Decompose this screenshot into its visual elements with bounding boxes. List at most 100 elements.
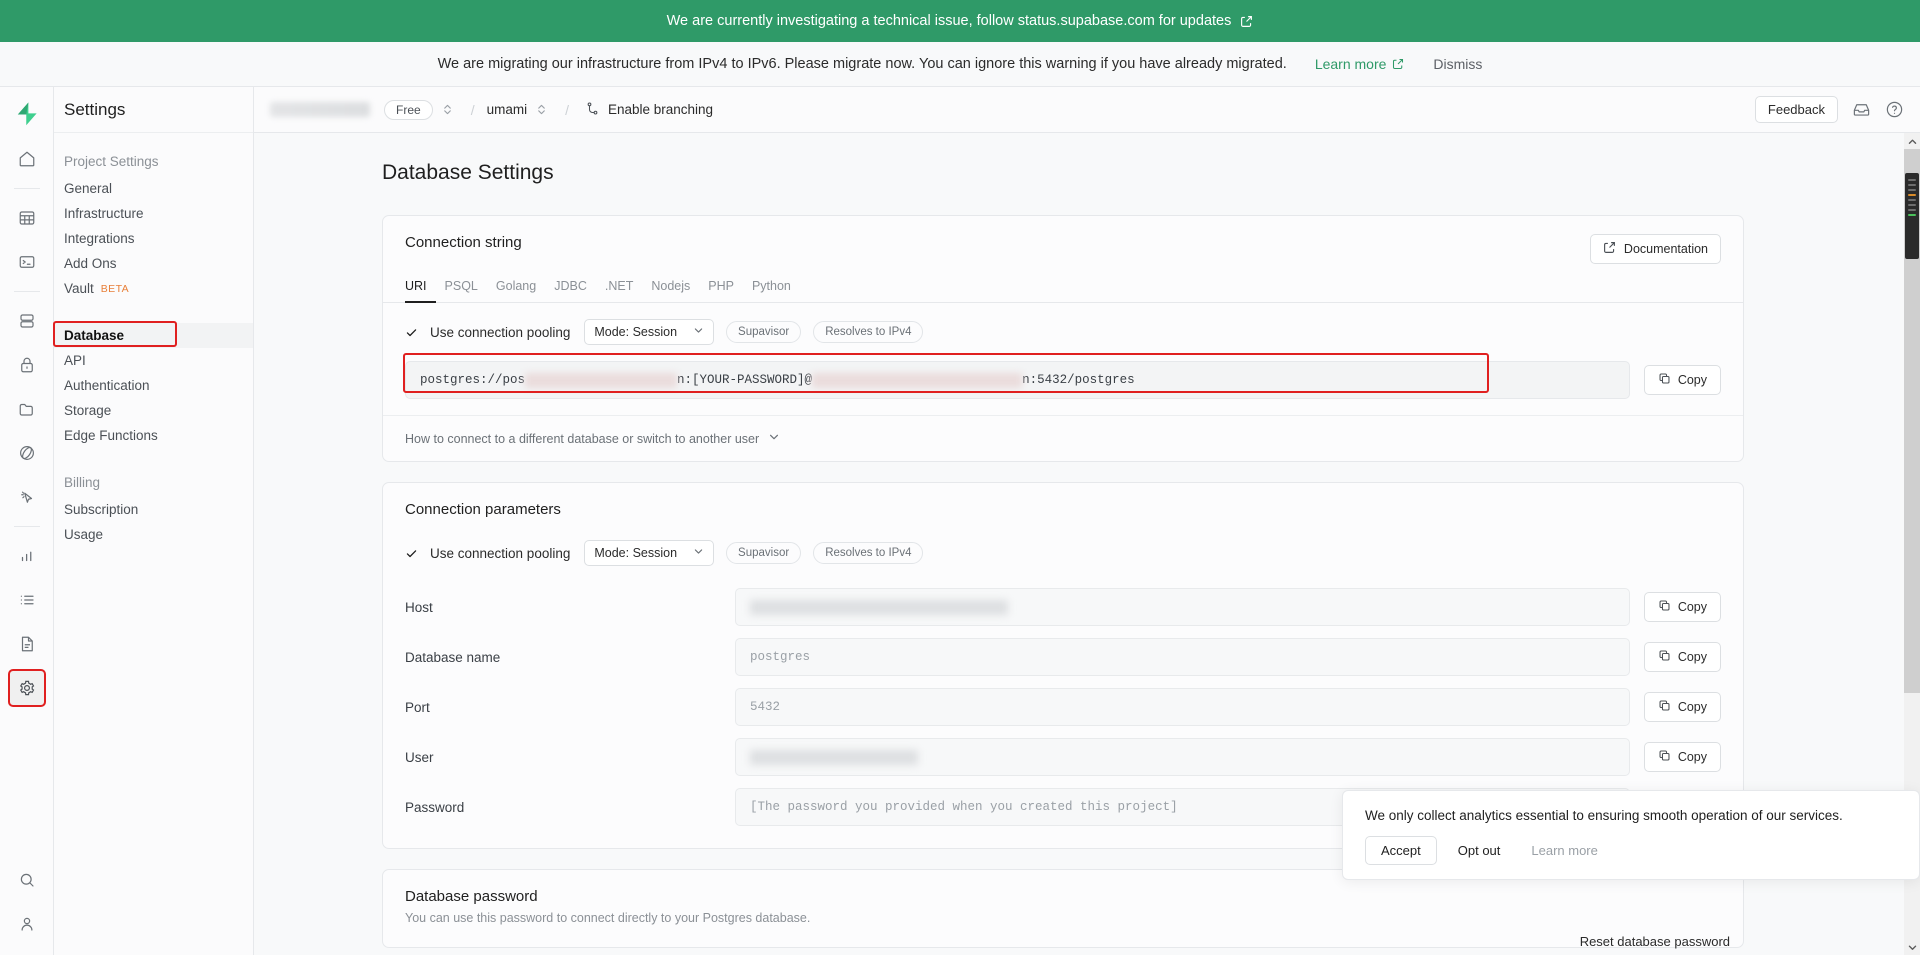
enable-branching-button[interactable]: Enable branching — [585, 101, 713, 119]
chevron-down-icon[interactable] — [1904, 939, 1920, 955]
nav-group-project-settings: Project Settings — [64, 154, 159, 169]
external-link-icon[interactable] — [1240, 15, 1253, 28]
param-field: 5432 Copy — [735, 688, 1721, 726]
project-name[interactable]: umami — [487, 102, 528, 117]
feedback-button[interactable]: Feedback — [1754, 96, 1838, 123]
table-editor-icon[interactable] — [10, 201, 44, 235]
copy-connection-string-button[interactable]: Copy — [1643, 365, 1721, 395]
reports-bar-chart-icon[interactable] — [10, 539, 44, 573]
tab-psql[interactable]: PSQL — [436, 276, 487, 303]
project-switcher-chevron-icon[interactable] — [536, 103, 547, 116]
sidebar-item-label: Subscription — [64, 502, 139, 517]
org-switcher-chevron-icon[interactable] — [442, 103, 453, 116]
sidebar-item-usage[interactable]: Usage — [54, 522, 253, 547]
connection-string-tabs: URI PSQL Golang JDBC .NET Nodejs PHP Pyt… — [383, 264, 1743, 303]
edge-functions-icon[interactable] — [10, 436, 44, 470]
help-circle-icon[interactable] — [1885, 100, 1904, 119]
learn-more-link[interactable]: Learn more — [1315, 56, 1406, 72]
sidebar-header: Settings — [54, 87, 253, 133]
resolves-to-ipv4-tag: Resolves to IPv4 — [813, 542, 924, 564]
learn-more-link[interactable]: Learn more — [1521, 837, 1607, 864]
host-input[interactable] — [735, 588, 1630, 626]
user-input[interactable] — [735, 738, 1630, 776]
copy-database-name-button[interactable]: Copy — [1643, 642, 1721, 672]
beta-badge: BETA — [100, 282, 130, 295]
breadcrumb-separator: / — [470, 101, 475, 118]
tab-dotnet[interactable]: .NET — [596, 276, 642, 303]
tab-jdbc[interactable]: JDBC — [545, 276, 596, 303]
sidebar-nav: Project Settings General Infrastructure … — [53, 133, 253, 547]
plan-badge[interactable]: Free — [384, 99, 433, 120]
copy-host-button[interactable]: Copy — [1643, 592, 1721, 622]
page-heading: Database Settings — [382, 161, 554, 184]
use-connection-pooling-checkbox[interactable] — [405, 547, 418, 560]
sidebar-item-label: Infrastructure — [64, 206, 144, 221]
sidebar-item-edge-functions[interactable]: Edge Functions — [54, 423, 253, 448]
sidebar-item-api[interactable]: API — [54, 348, 253, 373]
copy-label: Copy — [1677, 373, 1707, 387]
connection-string-mid: n:[YOUR-PASSWORD]@ — [677, 373, 813, 387]
search-icon[interactable] — [10, 863, 44, 897]
learn-more-label: Learn more — [1314, 56, 1387, 72]
tab-python[interactable]: Python — [743, 276, 800, 303]
sidebar-item-label: Vault — [64, 281, 94, 296]
sidebar-item-subscription[interactable]: Subscription — [54, 497, 253, 522]
organization-name-redacted[interactable] — [270, 102, 370, 117]
home-icon[interactable] — [10, 142, 44, 176]
copy-user-button[interactable]: Copy — [1643, 742, 1721, 772]
tab-uri[interactable]: URI — [405, 276, 436, 303]
documentation-button[interactable]: Documentation — [1589, 234, 1721, 264]
sql-editor-icon[interactable] — [10, 245, 44, 279]
app-body: Settings Project Settings General Infras… — [0, 87, 1920, 955]
reset-database-password-button[interactable]: Reset database password — [1566, 928, 1744, 955]
api-docs-icon[interactable] — [10, 627, 44, 661]
sidebar-item-integrations[interactable]: Integrations — [54, 226, 253, 251]
status-banner-message: We are currently investigating a technic… — [666, 13, 1232, 29]
connection-string-card: Connection string Documentation URI PSQL… — [382, 215, 1744, 462]
tab-golang[interactable]: Golang — [487, 276, 545, 303]
connection-string-pooling-row: Use connection pooling Mode: Session Sup… — [383, 303, 1743, 361]
tab-nodejs[interactable]: Nodejs — [642, 276, 699, 303]
how-to-connect-toggle[interactable]: How to connect to a different database o… — [383, 415, 1743, 461]
database-name-input[interactable]: postgres — [735, 638, 1630, 676]
sidebar-item-vault[interactable]: Vault BETA — [54, 276, 253, 301]
content-scroll-area[interactable]: Database Settings Connection string Docu… — [254, 133, 1920, 955]
database-icon[interactable] — [10, 304, 44, 338]
dismiss-button[interactable]: Dismiss — [1433, 56, 1482, 72]
sidebar-item-storage[interactable]: Storage — [54, 398, 253, 423]
opt-out-button[interactable]: Opt out — [1443, 836, 1516, 865]
pooling-mode-select[interactable]: Mode: Session — [584, 540, 715, 566]
user-account-icon[interactable] — [10, 907, 44, 941]
pooling-mode-value: Mode: Session — [594, 325, 678, 339]
accept-button[interactable]: Accept — [1365, 836, 1437, 865]
settings-gear-icon[interactable] — [7, 669, 46, 707]
chevron-up-icon[interactable] — [1904, 133, 1920, 149]
port-input[interactable]: 5432 — [735, 688, 1630, 726]
sidebar-item-general[interactable]: General — [54, 176, 253, 201]
sidebar-item-authentication[interactable]: Authentication — [54, 373, 253, 398]
supabase-logo-icon[interactable] — [10, 97, 44, 131]
realtime-cursor-icon[interactable] — [10, 480, 44, 514]
copy-icon — [1658, 699, 1671, 715]
sidebar-item-database[interactable]: Database — [53, 321, 253, 348]
inbox-icon[interactable] — [1852, 100, 1871, 119]
pooling-mode-select[interactable]: Mode: Session — [584, 319, 715, 345]
top-bar-right: Feedback — [1754, 96, 1904, 123]
tab-php[interactable]: PHP — [699, 276, 743, 303]
sidebar-item-add-ons[interactable]: Add Ons — [54, 251, 253, 276]
sidebar-item-infrastructure[interactable]: Infrastructure — [54, 201, 253, 226]
copy-port-button[interactable]: Copy — [1643, 692, 1721, 722]
logs-list-icon[interactable] — [10, 583, 44, 617]
minimap-line — [1908, 179, 1916, 181]
connection-string-input[interactable]: postgres://pos n:[YOUR-PASSWORD]@ n:5432… — [405, 361, 1630, 399]
param-row-port: Port 5432 Copy — [383, 682, 1743, 732]
storage-folder-icon[interactable] — [10, 392, 44, 426]
documentation-label: Documentation — [1623, 242, 1708, 256]
rail-divider — [13, 291, 40, 292]
param-row-user: User Copy — [383, 732, 1743, 782]
database-password-card: Database password You can use this passw… — [382, 869, 1744, 948]
auth-lock-icon[interactable] — [10, 348, 44, 382]
use-connection-pooling-checkbox[interactable] — [405, 326, 418, 339]
card-title: Connection parameters — [405, 501, 561, 518]
rail-divider — [13, 188, 40, 189]
